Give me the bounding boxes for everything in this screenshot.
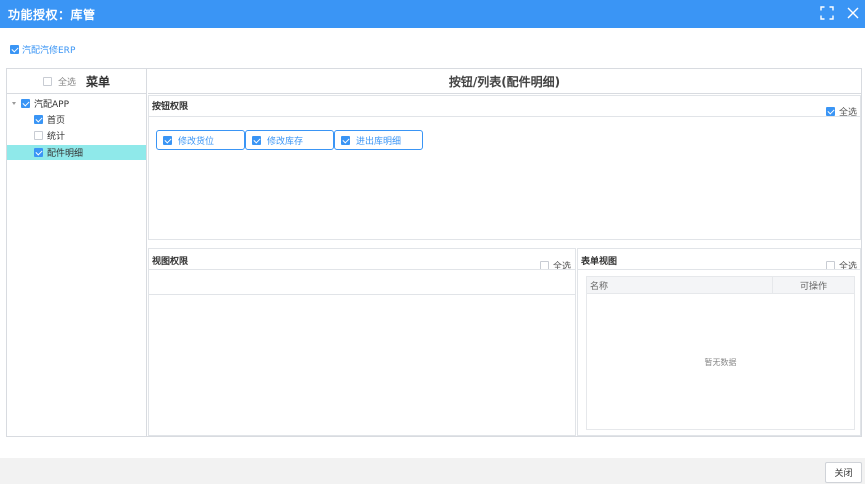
button-permissions-select-all-checkbox[interactable] (826, 107, 835, 116)
tree-node-app[interactable]: 汽配APP (7, 96, 146, 111)
perm-label: 修改货位 (178, 136, 215, 147)
perm-checkbox[interactable] (163, 135, 172, 145)
perm-label: 进出库明细 (356, 136, 402, 147)
tree-node-label: 配件明细 (47, 149, 84, 159)
close-button[interactable]: 关闭 (825, 462, 862, 483)
menu-heading: 菜单 (86, 74, 111, 89)
close-icon[interactable] (846, 6, 860, 20)
menu-header: 全选 菜单 (7, 69, 146, 94)
right-panel: 按钮/列表(配件明细) 按钮权限 全选 修改货位 修改库存 进出库明细 视图权限… (148, 69, 861, 436)
fullscreen-icon[interactable] (820, 6, 834, 20)
button-permissions-title: 按钮权限 (152, 102, 189, 112)
erp-checkbox[interactable] (10, 45, 19, 54)
view-permissions-section: 视图权限 全选 (148, 248, 576, 436)
expand-arrow-icon[interactable] (12, 102, 16, 105)
perm-button-edit-location[interactable]: 修改货位 (156, 130, 245, 150)
dialog-footer: 关闭 (0, 458, 865, 484)
select-all-label: 全选 (839, 262, 858, 272)
form-view-select-all[interactable]: 全选 (826, 259, 857, 272)
form-view-title: 表单视图 (581, 257, 618, 267)
column-header-operable[interactable]: 可操作 (773, 279, 854, 292)
tree-node-checkbox[interactable] (34, 131, 43, 140)
menu-select-all-label: 全选 (57, 77, 76, 88)
perm-label: 修改库存 (267, 136, 304, 147)
erp-checkbox-row[interactable]: 汽配汽修ERP (10, 43, 75, 56)
table-header: 名称 可操作 (587, 277, 854, 294)
dialog-title-bar: 功能授权：库管 (0, 0, 865, 28)
view-permissions-title: 视图权限 (152, 257, 189, 267)
button-permissions-section: 按钮权限 全选 修改货位 修改库存 进出库明细 (148, 95, 861, 240)
tree-node-label: 首页 (47, 116, 66, 126)
erp-label: 汽配汽修ERP (22, 46, 76, 56)
tree-node-label: 汽配APP (34, 100, 70, 110)
tree-node-checkbox[interactable] (34, 115, 43, 124)
tree-node-parts-detail[interactable]: 配件明细 (7, 145, 146, 160)
form-view-section: 表单视图 全选 名称 可操作 暂无数据 (577, 248, 861, 436)
perm-button-edit-stock[interactable]: 修改库存 (245, 130, 334, 150)
tree-node-home[interactable]: 首页 (7, 112, 146, 127)
menu-panel: 全选 菜单 汽配APP 首页 统计 配件明细 (7, 69, 147, 436)
form-view-table: 名称 可操作 暂无数据 (586, 276, 855, 430)
view-permissions-select-all[interactable]: 全选 (540, 259, 571, 272)
section-divider (578, 269, 860, 270)
menu-select-all-checkbox[interactable] (42, 76, 52, 86)
select-all-label: 全选 (553, 262, 572, 272)
tree-node-checkbox[interactable] (34, 148, 43, 157)
right-heading: 按钮/列表(配件明细) (148, 69, 861, 94)
tree-node-label: 统计 (47, 132, 66, 142)
column-header-name[interactable]: 名称 (587, 277, 773, 293)
perm-checkbox[interactable] (252, 135, 261, 145)
section-divider (149, 116, 860, 117)
perm-checkbox[interactable] (341, 135, 350, 145)
tree-node-stats[interactable]: 统计 (7, 128, 146, 143)
tree-node-checkbox[interactable] (21, 99, 30, 108)
authorization-panel: 全选 菜单 汽配APP 首页 统计 配件明细 按钮/列表(配件明细) 按钮权限 (6, 68, 862, 437)
dialog-title: 功能授权：库管 (8, 7, 96, 22)
section-divider (149, 294, 575, 295)
table-empty-text: 暂无数据 (704, 358, 737, 367)
perm-button-inout-detail[interactable]: 进出库明细 (334, 130, 423, 150)
section-divider (149, 269, 575, 270)
